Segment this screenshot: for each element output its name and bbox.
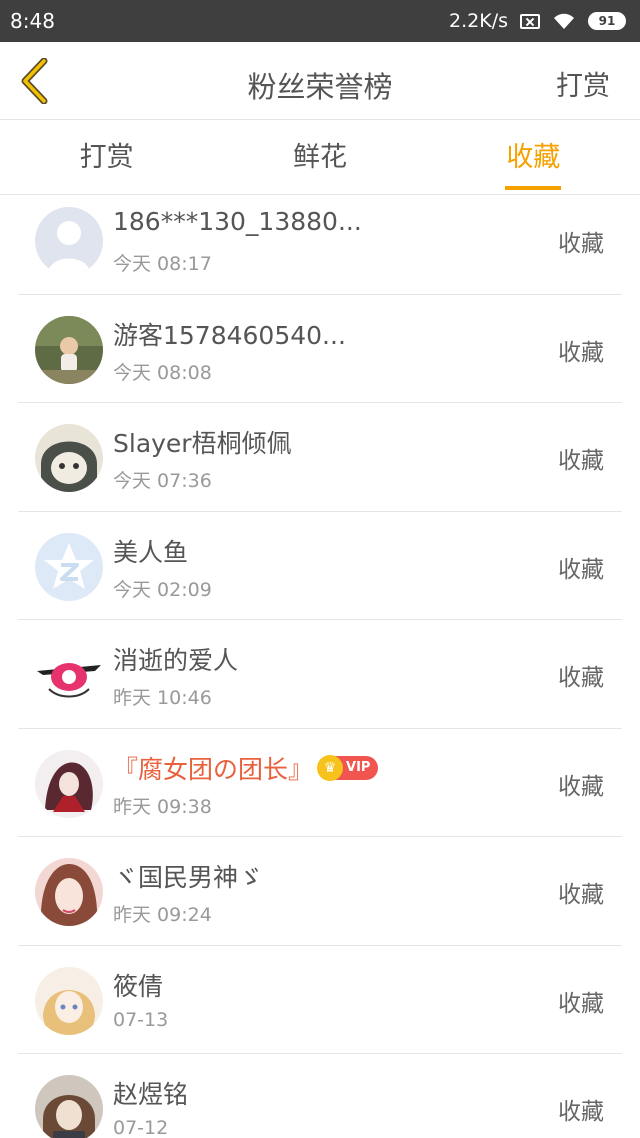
list-item[interactable]: 美人鱼 今天 02:09 收藏 — [18, 512, 622, 620]
fan-action-label: 收藏 — [558, 556, 604, 583]
fan-time: 昨天 10:46 — [113, 687, 212, 709]
network-speed: 2.2K/s — [449, 10, 508, 32]
default-avatar-icon — [35, 207, 103, 275]
fan-list: 186***130_13880... 今天 08:17 收藏 游客1578460… — [18, 186, 622, 1138]
avatar — [35, 315, 103, 384]
app-header: 粉丝荣誉榜 打赏 — [0, 42, 640, 120]
fan-action-label: 收藏 — [558, 231, 604, 257]
fan-name: Slayer梧桐倾佩 — [113, 429, 292, 458]
fan-action-label: 收藏 — [558, 990, 604, 1017]
crown-icon: ♛ — [317, 754, 344, 781]
fan-name: ヾ国民男神ゞ — [113, 863, 264, 892]
avatar — [35, 641, 103, 709]
tab-reward[interactable]: 打赏 — [0, 121, 213, 194]
avatar — [35, 424, 103, 492]
fan-action-label: 收藏 — [558, 1099, 604, 1125]
list-item[interactable]: 『腐女团の团长』 ♛ VIP 昨天 09:38 收藏 — [18, 729, 622, 837]
reward-button[interactable]: 打赏 — [556, 64, 610, 103]
avatar — [35, 749, 103, 818]
tab-flowers[interactable]: 鲜花 — [213, 121, 426, 194]
list-item[interactable]: 赵煜铭 07-12 收藏 — [18, 1054, 622, 1138]
page-title: 粉丝荣誉榜 — [247, 70, 393, 104]
list-item[interactable]: 筱倩 07-13 收藏 — [18, 946, 622, 1054]
fan-name: 筱倩 — [113, 971, 164, 1001]
no-sim-icon — [520, 13, 540, 29]
vip-badge: ♛ VIP — [317, 754, 379, 781]
fan-name: 赵煜铭 — [113, 1080, 189, 1109]
fan-action-label: 收藏 — [558, 773, 604, 800]
fan-time: 今天 02:09 — [113, 578, 212, 601]
battery-icon: 91 — [588, 12, 626, 30]
status-bar: 8:48 2.2K/s 91 — [0, 0, 640, 42]
fan-time: 07-13 — [113, 1008, 169, 1031]
fan-name: 186***130_13880... — [113, 207, 362, 236]
tab-bar: 打赏 鲜花 收藏 — [0, 121, 640, 195]
list-item[interactable]: 消逝的爱人 昨天 10:46 收藏 — [18, 620, 622, 729]
list-item[interactable]: ヾ国民男神ゞ 昨天 09:24 收藏 — [18, 837, 622, 946]
avatar — [35, 1075, 103, 1138]
wifi-icon — [554, 13, 574, 29]
list-item[interactable]: 186***130_13880... 今天 08:17 收藏 — [18, 186, 622, 295]
fan-name: 『腐女团の团长』 — [113, 754, 314, 784]
tab-favorites[interactable]: 收藏 — [427, 121, 640, 194]
fan-name: 美人鱼 — [113, 537, 189, 567]
status-indicators: 2.2K/s 91 — [449, 10, 626, 32]
avatar — [35, 966, 103, 1035]
fan-action-label: 收藏 — [558, 339, 604, 366]
fan-name: 游客1578460540... — [113, 320, 346, 350]
fan-time: 昨天 09:38 — [113, 795, 212, 818]
status-time: 8:48 — [10, 9, 55, 33]
fan-time: 今天 07:36 — [113, 470, 212, 492]
vip-label: VIP — [346, 760, 371, 775]
fan-time: 07-12 — [113, 1117, 169, 1138]
list-item[interactable]: Slayer梧桐倾佩 今天 07:36 收藏 — [18, 403, 622, 512]
list-item[interactable]: 游客1578460540... 今天 08:08 收藏 — [18, 295, 622, 403]
fan-time: 今天 08:08 — [113, 361, 212, 384]
avatar — [35, 858, 103, 926]
fan-time: 昨天 09:24 — [113, 904, 212, 926]
fan-time: 今天 08:17 — [113, 253, 212, 275]
fan-name: 消逝的爱人 — [113, 646, 239, 675]
fan-action-label: 收藏 — [558, 882, 604, 908]
fan-action-label: 收藏 — [558, 665, 604, 691]
qzone-star-icon — [35, 532, 103, 601]
fan-action-label: 收藏 — [558, 448, 604, 474]
